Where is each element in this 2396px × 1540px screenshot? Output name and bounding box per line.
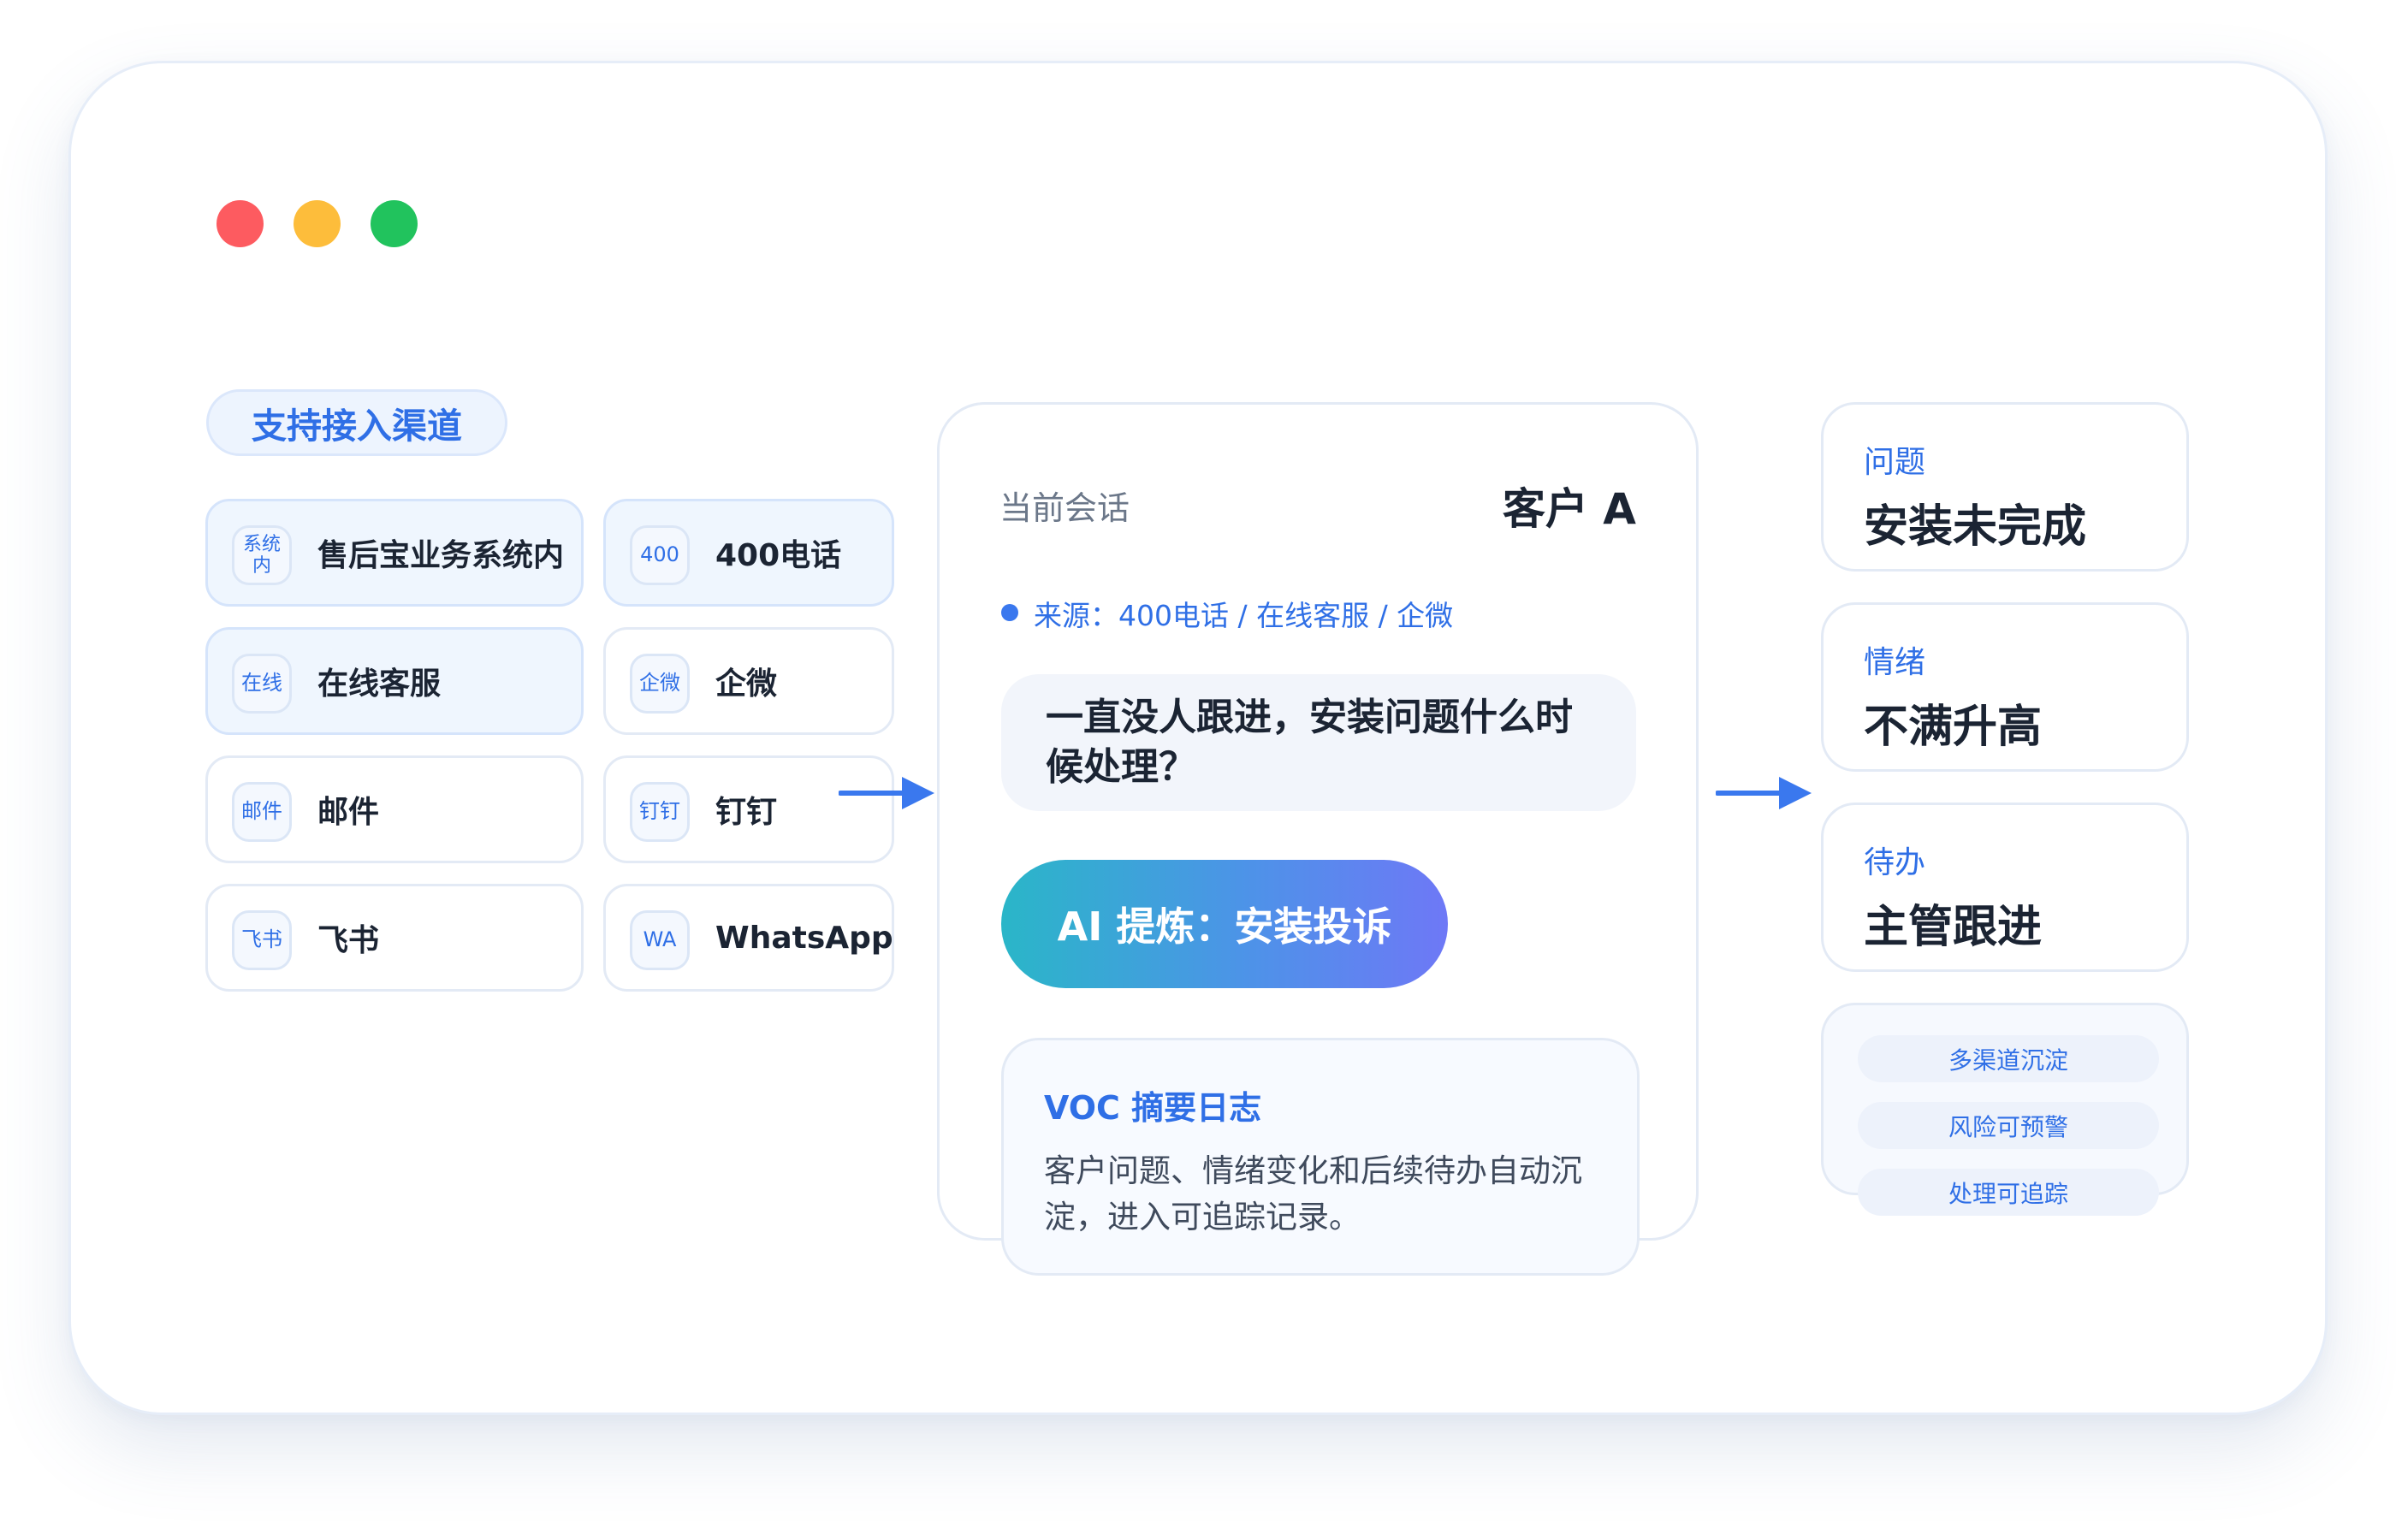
- channels-title: 支持接入渠道: [206, 389, 507, 456]
- channel-label: 钉钉: [715, 795, 778, 830]
- result-value: 不满升高: [1864, 702, 2043, 753]
- channel-label: WhatsApp: [715, 920, 893, 956]
- result-card-emotion: 情绪 不满升高: [1821, 602, 2189, 772]
- close-window-button[interactable]: [216, 200, 264, 247]
- feature-tag: 多渠道沉淀: [1858, 1035, 2159, 1082]
- result-label: 待办: [1864, 845, 1926, 880]
- channel-email[interactable]: 邮件 邮件: [205, 755, 584, 863]
- arrow-right-icon: [1716, 777, 1812, 809]
- channel-tag: 系统内: [232, 525, 292, 585]
- channel-label: 邮件: [317, 795, 380, 830]
- channel-online-service[interactable]: 在线 在线客服: [205, 627, 584, 735]
- channel-tag: WA: [630, 910, 690, 970]
- channel-tag: 邮件: [232, 782, 292, 842]
- voc-log-card: VOC 摘要日志 客户问题、情绪变化和后续待办自动沉淀，进入可追踪记录。: [1001, 1038, 1640, 1276]
- ai-summary-button[interactable]: AI 提炼：安装投诉: [1001, 860, 1448, 988]
- feature-tag: 风险可预警: [1858, 1102, 2159, 1149]
- result-label: 问题: [1864, 445, 1926, 480]
- result-card-todo: 待办 主管跟进: [1821, 803, 2189, 972]
- channel-label: 飞书: [317, 923, 380, 958]
- result-value: 主管跟进: [1864, 902, 2043, 953]
- channel-phone[interactable]: 400 400电话: [603, 499, 894, 607]
- feature-tag: 处理可追踪: [1858, 1169, 2159, 1216]
- maximize-window-button[interactable]: [371, 200, 418, 247]
- channel-tag: 400: [630, 525, 690, 585]
- channel-tag: 钉钉: [630, 782, 690, 842]
- channel-label: 企微: [715, 666, 778, 702]
- session-label: 当前会话: [999, 489, 1130, 527]
- session-source: 来源：400电话 / 在线客服 / 企微: [1034, 599, 1454, 632]
- channel-label: 在线客服: [317, 666, 442, 702]
- channel-label: 售后宝业务系统内: [317, 538, 565, 573]
- arrow-right-icon: [839, 777, 934, 809]
- channel-label: 400电话: [715, 538, 842, 573]
- source-dot-icon: [1001, 604, 1018, 621]
- voc-title: VOC 摘要日志: [1044, 1089, 1262, 1127]
- customer-message: 一直没人跟进，安装问题什么时候处理？: [1001, 674, 1636, 811]
- channel-system[interactable]: 系统内 售后宝业务系统内: [205, 499, 584, 607]
- result-label: 情绪: [1864, 645, 1926, 680]
- channel-feishu[interactable]: 飞书 飞书: [205, 884, 584, 992]
- result-value: 安装未完成: [1864, 501, 2087, 553]
- customer-name: 客户 A: [1502, 484, 1636, 534]
- minimize-window-button[interactable]: [294, 200, 341, 247]
- voc-text: 客户问题、情绪变化和后续待办自动沉淀，进入可追踪记录。: [1044, 1152, 1582, 1235]
- channel-tag: 在线: [232, 654, 292, 714]
- channel-tag: 企微: [630, 654, 690, 714]
- channel-tag: 飞书: [232, 910, 292, 970]
- result-card-issue: 问题 安装未完成: [1821, 402, 2189, 572]
- channel-wecom[interactable]: 企微 企微: [603, 627, 894, 735]
- feature-card: 多渠道沉淀 风险可预警 处理可追踪: [1821, 1003, 2189, 1216]
- session-panel: 当前会话 客户 A 来源：400电话 / 在线客服 / 企微 一直没人跟进，安装…: [937, 402, 1699, 1276]
- channel-whatsapp[interactable]: WA WhatsApp: [603, 884, 894, 992]
